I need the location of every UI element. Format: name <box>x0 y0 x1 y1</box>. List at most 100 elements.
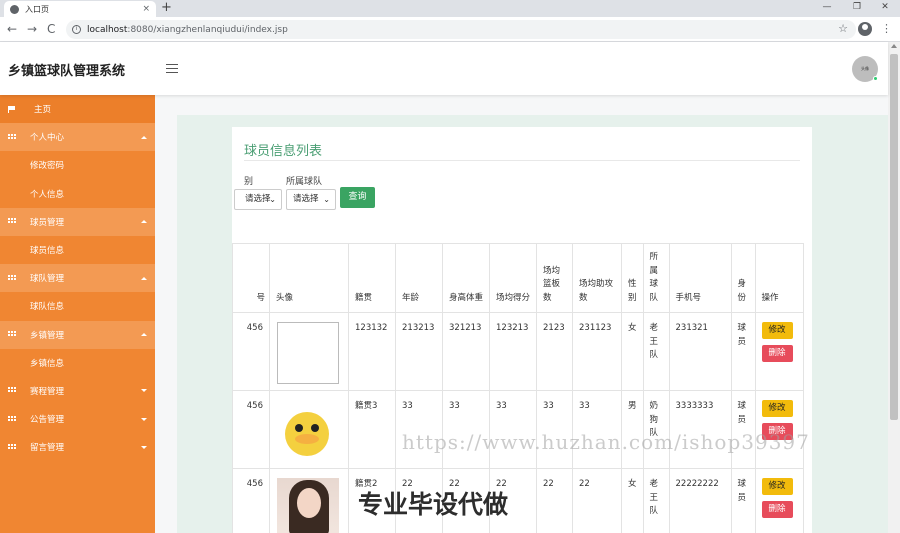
cell-avatar <box>269 468 349 533</box>
edit-button[interactable]: 修改 <box>761 400 793 417</box>
cell-role: 球员 <box>730 468 756 533</box>
gender-select[interactable]: 请选择 ⌄ <box>234 189 282 210</box>
grid-icon <box>8 133 16 141</box>
cell-points: 123213 <box>489 312 537 391</box>
cell-phone: 22222222 <box>668 468 732 533</box>
sidebar-item-home[interactable]: 主页 <box>0 95 155 124</box>
delete-button[interactable]: 删除 <box>761 501 793 518</box>
info-icon[interactable]: i <box>72 25 81 34</box>
reload-icon[interactable]: C <box>47 21 55 37</box>
minimize-icon[interactable]: — <box>812 0 842 16</box>
sidebar-item-label: 个人信息 <box>30 189 65 200</box>
cell-actions: 修改 删除 <box>754 468 804 533</box>
sidebar-item-label: 乡镇管理 <box>30 330 65 341</box>
sidebar-item-town-info[interactable]: 乡镇信息 <box>0 348 155 377</box>
browser-toolbar: ← → C i localhost:8080/xiangzhenlanqiudu… <box>0 17 900 42</box>
cell-rebounds: 22 <box>536 468 573 533</box>
app-title: 乡镇篮球队管理系统 <box>8 64 126 79</box>
sidebar-group-personal[interactable]: 个人中心 <box>0 123 155 152</box>
sidebar-item-change-password[interactable]: 修改密码 <box>0 151 155 180</box>
close-tab-icon[interactable]: × <box>142 4 150 14</box>
address-bar[interactable]: i localhost:8080/xiangzhenlanqiudui/inde… <box>66 20 856 39</box>
window-close-icon[interactable]: ✕ <box>870 0 900 16</box>
cell-height-weight: 321213 <box>442 312 490 391</box>
cell-avatar <box>269 390 349 469</box>
cell-phone: 231321 <box>668 312 732 391</box>
caret-up-icon <box>141 135 147 139</box>
table-row: 456 123132 213213 321213 123213 2123 231… <box>232 312 804 391</box>
bookmark-star-icon[interactable]: ☆ <box>838 22 848 35</box>
sidebar: 主页 个人中心 修改密码 个人信息 球员管理 球员信息 球队管理 球队信息 乡镇… <box>0 95 155 533</box>
new-tab-button[interactable]: + <box>161 0 172 16</box>
sidebar-group-messages[interactable]: 留言管理 <box>0 433 155 461</box>
cell-avatar <box>269 312 349 391</box>
sidebar-item-player-info[interactable]: 球员信息 <box>0 235 155 265</box>
column-header: 身份 <box>730 243 756 313</box>
caret-down-icon <box>141 389 147 393</box>
sidebar-item-label: 球队管理 <box>30 274 65 285</box>
team-select-value: 请选择 <box>293 194 319 204</box>
maximize-icon[interactable]: ❐ <box>842 0 872 16</box>
cell-origin: 籍贯3 <box>348 390 396 469</box>
profile-icon[interactable] <box>858 22 872 36</box>
player-photo-portrait <box>277 478 339 533</box>
app-header: 乡镇篮球队管理系统 头像 <box>0 42 888 95</box>
divider <box>244 160 800 161</box>
cell-assists: 22 <box>572 468 622 533</box>
player-photo-duck <box>277 400 339 462</box>
sidebar-item-label: 主页 <box>34 105 52 116</box>
sidebar-group-schedule[interactable]: 赛程管理 <box>0 377 155 405</box>
globe-icon <box>10 4 19 14</box>
browser-menu-icon[interactable]: ⋮ <box>881 21 892 37</box>
sidebar-item-label: 个人中心 <box>30 133 65 144</box>
url-text: localhost:8080/xiangzhenlanqiudui/index.… <box>87 24 288 35</box>
query-button[interactable]: 查询 <box>340 187 375 208</box>
chevron-down-icon: ⌄ <box>269 195 276 204</box>
page-scrollbar[interactable] <box>888 42 900 533</box>
column-header: 年龄 <box>395 243 443 313</box>
grid-icon <box>8 274 16 282</box>
caret-down-icon <box>141 417 147 421</box>
sidebar-group-towns[interactable]: 乡镇管理 <box>0 320 155 349</box>
forward-icon[interactable]: → <box>27 21 37 37</box>
watermark-url: https://www.huzhan.com/ishop39397 <box>402 430 810 454</box>
edit-button[interactable]: 修改 <box>761 478 793 495</box>
column-header: 籍贯 <box>348 243 396 313</box>
team-select[interactable]: 请选择 ⌄ <box>286 189 336 210</box>
grid-icon <box>8 331 16 339</box>
browser-tab[interactable]: 入口页 × <box>4 1 156 17</box>
caret-up-icon <box>141 220 147 224</box>
table-header-row: 号 头像 籍贯 年龄 身高体重 场均得分 场均篮板数 场均助攻数 性别 所属球队… <box>232 243 804 313</box>
sidebar-item-label: 赛程管理 <box>30 386 65 397</box>
cell-rebounds: 2123 <box>536 312 573 391</box>
column-header: 头像 <box>269 243 349 313</box>
cell-assists: 231123 <box>572 312 622 391</box>
grid-icon <box>8 387 16 395</box>
player-list-card: 球员信息列表 别 所属球队 请选择 ⌄ 请选择 ⌄ 查询 号 头像 籍贯 年龄 身高… <box>232 127 812 533</box>
browser-tabstrip: 入口页 × + — ❐ ✕ <box>0 0 900 17</box>
sidebar-item-profile[interactable]: 个人信息 <box>0 179 155 208</box>
cell-id: 456 <box>232 312 270 391</box>
caret-down-icon <box>141 445 147 449</box>
edit-button[interactable]: 修改 <box>761 322 793 339</box>
broken-image-icon <box>277 322 339 384</box>
menu-toggle-icon[interactable] <box>166 64 178 73</box>
column-header: 手机号 <box>668 243 732 313</box>
sidebar-item-team-info[interactable]: 球队信息 <box>0 292 155 321</box>
scroll-up-arrow-icon[interactable] <box>891 44 897 48</box>
sidebar-group-players[interactable]: 球员管理 <box>0 207 155 236</box>
sidebar-item-label: 公告管理 <box>30 415 65 426</box>
delete-button[interactable]: 删除 <box>761 345 793 362</box>
column-header: 场均得分 <box>489 243 537 313</box>
sidebar-item-label: 球队信息 <box>30 302 65 313</box>
sidebar-item-label: 留言管理 <box>30 443 65 454</box>
caret-up-icon <box>141 333 147 337</box>
column-header: 操作 <box>754 243 804 313</box>
scroll-thumb[interactable] <box>890 54 898 420</box>
back-icon[interactable]: ← <box>7 21 17 37</box>
column-header: 身高体重 <box>442 243 490 313</box>
sidebar-group-announcements[interactable]: 公告管理 <box>0 405 155 433</box>
sidebar-group-teams[interactable]: 球队管理 <box>0 264 155 293</box>
column-header: 场均篮板数 <box>536 243 573 313</box>
column-header: 号 <box>232 243 270 313</box>
